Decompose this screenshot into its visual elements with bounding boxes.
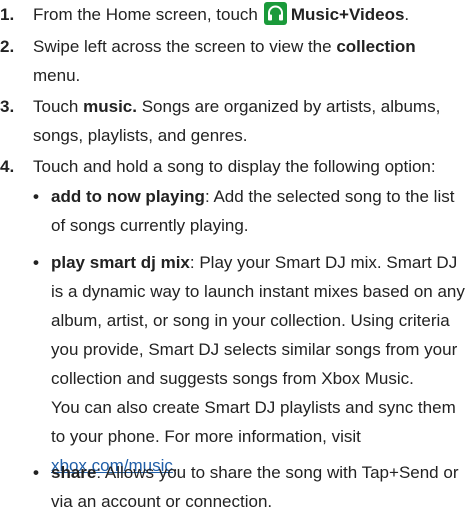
- option-extra: You can also create Smart DJ playlists a…: [51, 398, 456, 446]
- app-name: Music+Videos: [290, 5, 405, 24]
- headphones-icon: [263, 2, 287, 25]
- step-text-end: .: [404, 5, 410, 24]
- step-2: 2. Swipe left across the screen to view …: [0, 32, 465, 90]
- option-desc: : Allows you to share the song with Tap+…: [51, 463, 459, 511]
- step-number: 3.: [0, 97, 15, 116]
- step-3: 3. Touch music. Songs are organized by a…: [0, 92, 465, 150]
- instructions-page: 1. From the Home screen, touch Music+Vide…: [0, 0, 473, 519]
- step-text: From the Home screen, touch: [33, 5, 258, 24]
- step-4: 4. Touch and hold a song to display the …: [0, 152, 465, 181]
- step-text: Swipe left across the screen to view the: [33, 37, 332, 56]
- bullet: •: [33, 187, 39, 206]
- option-add-to-now-playing: • add to now playing: Add the selected s…: [33, 182, 465, 240]
- option-play-smart-dj-mix: • play smart dj mix: Play your Smart DJ …: [33, 248, 465, 480]
- option-desc: : Play your Smart DJ mix. Smart DJ is a …: [51, 253, 465, 388]
- step-number: 4.: [0, 157, 15, 176]
- collection-term: collection: [336, 37, 416, 56]
- option-term: play smart dj mix: [51, 253, 190, 272]
- option-term: add to now playing: [51, 187, 205, 206]
- step-text-end: menu.: [33, 66, 81, 85]
- option-share: • share: Allows you to share the song wi…: [33, 458, 465, 516]
- step-number: 2.: [0, 37, 15, 56]
- step-number: 1.: [0, 5, 15, 24]
- option-term: share: [51, 463, 97, 482]
- music-term: music.: [83, 97, 137, 116]
- bullet: •: [33, 463, 39, 482]
- bullet: •: [33, 253, 39, 272]
- step-text: Touch: [33, 97, 79, 116]
- step-1: 1. From the Home screen, touch Music+Vide…: [0, 0, 465, 29]
- step-text: Touch and hold a song to display the fol…: [33, 157, 436, 176]
